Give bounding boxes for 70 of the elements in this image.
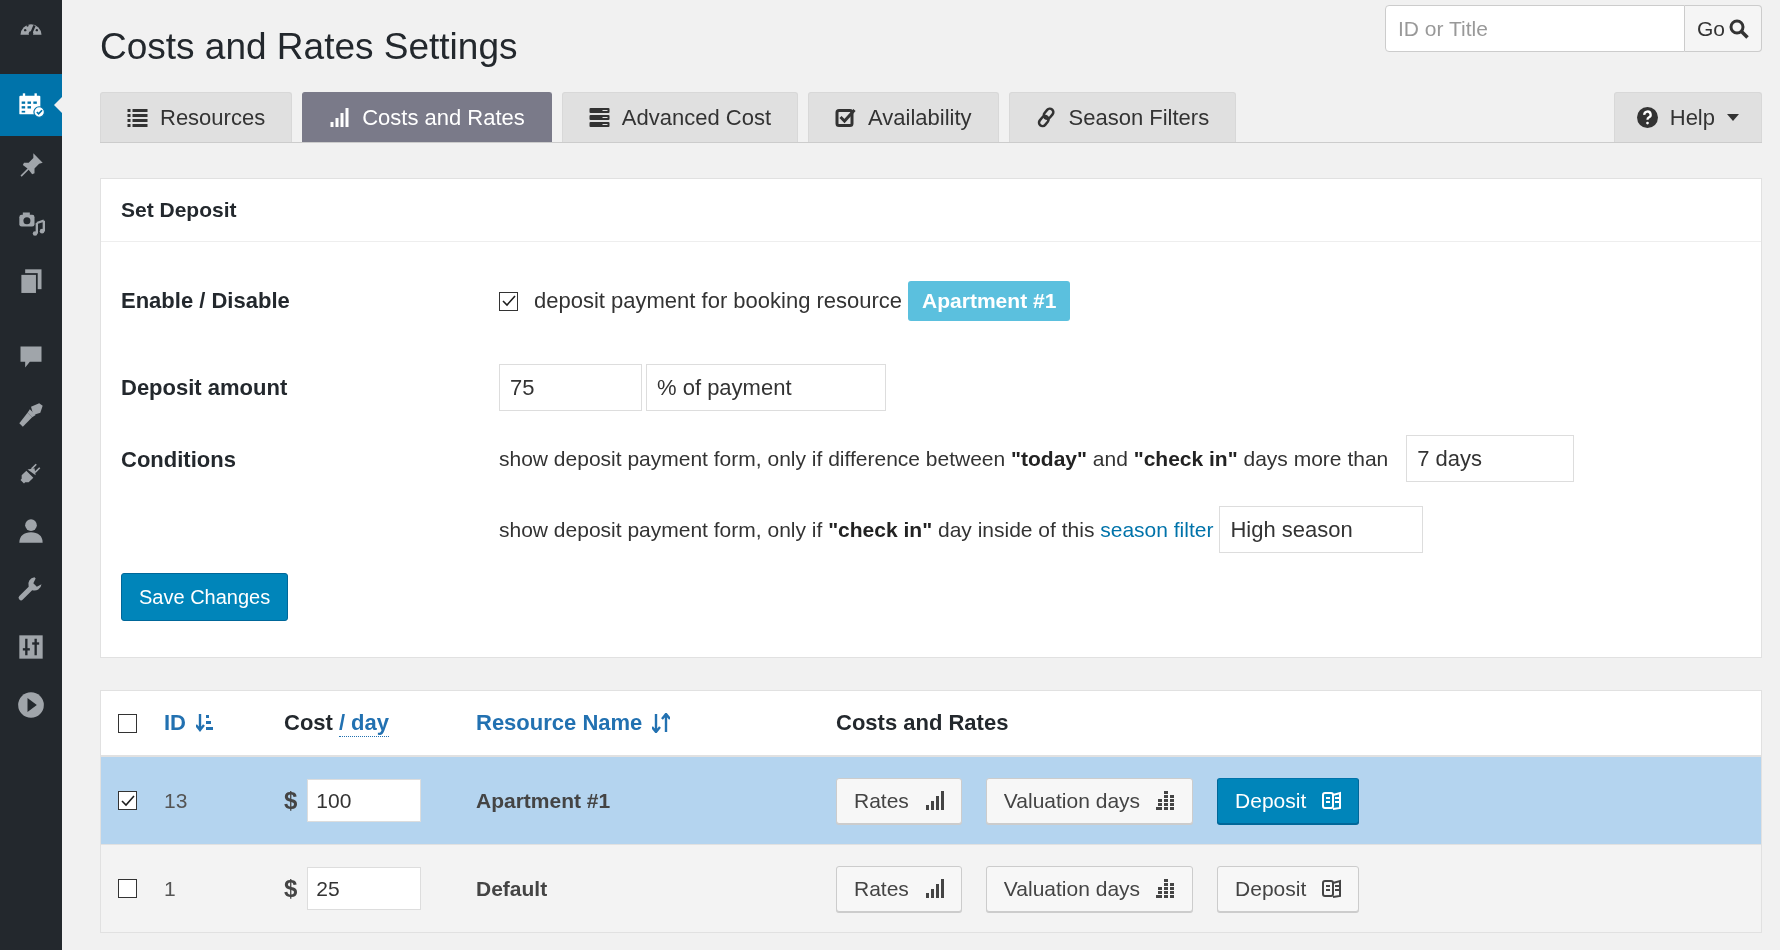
column-header: Cost (284, 710, 333, 736)
deposit-button[interactable]: Deposit (1217, 865, 1360, 912)
sort-icon (196, 713, 214, 733)
table-cell: Default (476, 876, 548, 901)
search-field[interactable]: ID or Title (1385, 5, 1685, 52)
condition-text: show deposit payment form, only if difference between "today" and "check in" days more than (499, 446, 1389, 471)
field-label: Enable / Disable (121, 288, 291, 314)
checkbox-label: deposit payment for booking resource (534, 288, 903, 314)
tab[interactable]: Advanced Cost (561, 92, 798, 142)
unit-field[interactable]: % of payment (646, 364, 886, 411)
input-field[interactable]: 75 (499, 364, 642, 411)
help-button[interactable]: Help (1613, 92, 1762, 142)
grid-chart-icon (1156, 878, 1177, 899)
column-header[interactable]: ID (164, 710, 186, 736)
input-field[interactable]: High season (1219, 506, 1424, 553)
resource-badge: Apartment #1 (908, 281, 1071, 321)
cost-field[interactable]: 100 (307, 779, 422, 822)
column-header: Costs and Rates (836, 710, 1009, 736)
bar-chart-icon (924, 878, 945, 899)
person-icon (17, 517, 45, 545)
field-label: Deposit amount (121, 374, 289, 401)
search-icon (1729, 18, 1749, 39)
server-icon (588, 107, 610, 128)
valuation-button[interactable]: Valuation days (985, 777, 1194, 824)
checkbox[interactable] (118, 879, 137, 898)
checkbox-icon (835, 107, 856, 128)
panel-title: Set Deposit (101, 179, 1761, 242)
valuation-button[interactable]: Valuation days (985, 865, 1194, 912)
sliders-icon (17, 633, 45, 661)
rates-button[interactable]: Rates (836, 865, 962, 912)
column-header[interactable]: Resource Name (476, 710, 643, 736)
question-icon (1636, 107, 1658, 128)
calendar-icon (17, 91, 45, 119)
currency-symbol: $ (284, 874, 298, 903)
per-day-link[interactable]: / day (338, 709, 390, 737)
document-icon (1322, 878, 1343, 899)
tab[interactable]: Season Filters (1008, 92, 1237, 142)
tab[interactable]: Costs and Rates (302, 92, 552, 142)
save-button[interactable]: Save Changes (121, 573, 289, 621)
checkbox[interactable] (499, 291, 518, 311)
list-icon (127, 107, 148, 128)
sort-arrows-icon (652, 713, 671, 733)
play-icon (17, 691, 45, 719)
tab[interactable]: Availability (808, 92, 999, 142)
bar-chart-icon (924, 790, 945, 811)
document-icon (1322, 790, 1343, 811)
rates-button[interactable]: Rates (836, 777, 962, 824)
table-row[interactable]: 1 $ 25 Default Rates Valuation days Deposit (101, 845, 1761, 933)
input-field[interactable]: 7 days (1406, 435, 1575, 482)
sidebar-item[interactable] (0, 74, 62, 136)
bar-chart-icon (329, 107, 351, 128)
caret-icon (1727, 114, 1739, 121)
cost-field[interactable]: 25 (307, 867, 422, 910)
grid-chart-icon (1156, 790, 1177, 811)
deposit-button[interactable]: Deposit (1217, 777, 1360, 824)
currency-symbol: $ (284, 786, 298, 815)
link-icon (1035, 107, 1057, 128)
page-title: Costs and Rates Settings (100, 26, 518, 68)
field-label: Conditions (121, 447, 237, 473)
season-filter-link[interactable]: season filter (1100, 517, 1214, 541)
table-row[interactable]: 13 $ 100 Apartment #1 Rates Valuation days Deposit (101, 757, 1761, 845)
table-cell: Apartment #1 (476, 788, 611, 813)
checkbox[interactable] (118, 713, 137, 733)
check-mark-icon (500, 293, 517, 309)
condition-text: show deposit payment form, only if "check in" day inside of this season filter (499, 517, 1214, 542)
tab[interactable]: Resources (100, 92, 293, 142)
checkbox[interactable] (118, 791, 137, 810)
table-cell: 1 (164, 876, 176, 901)
go-button[interactable]: Go (1685, 5, 1762, 52)
table-cell: 13 (164, 788, 188, 813)
